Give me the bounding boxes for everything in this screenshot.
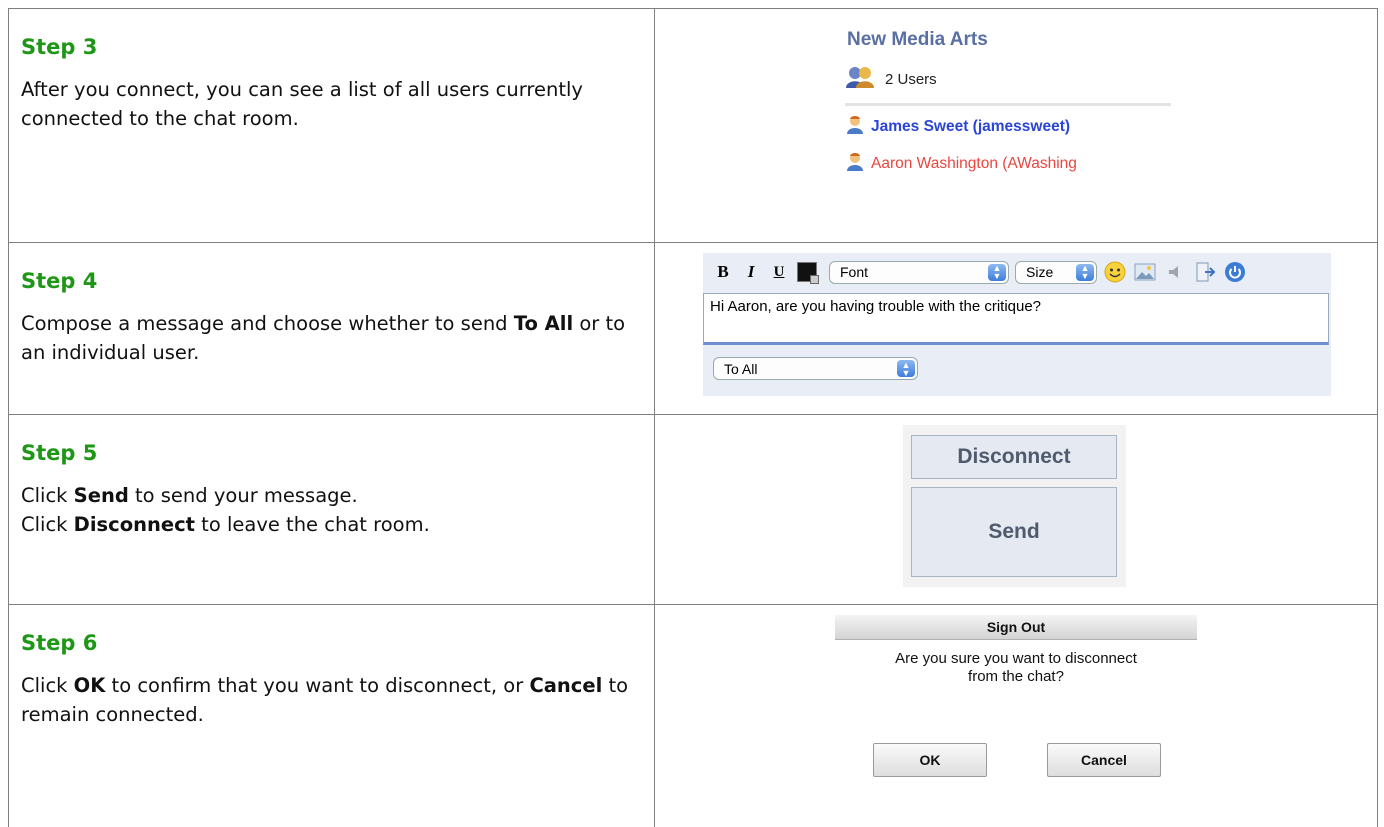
step-description: Click Send to send your message. Click Di… bbox=[21, 481, 642, 539]
image-icon[interactable] bbox=[1133, 260, 1157, 284]
send-button[interactable]: Send bbox=[911, 487, 1117, 577]
italic-button[interactable]: I bbox=[737, 262, 765, 282]
recipient-select-value: To All bbox=[724, 360, 758, 377]
power-icon[interactable] bbox=[1223, 260, 1247, 284]
text-run: Click bbox=[21, 513, 74, 536]
users-count: 2 Users bbox=[845, 65, 1175, 93]
text-run: Click bbox=[21, 674, 74, 697]
step-description-line: Click Disconnect to leave the chat room. bbox=[21, 510, 642, 539]
step-3-cell: Step 3 After you connect, you can see a … bbox=[8, 8, 655, 243]
underline-button[interactable]: U bbox=[765, 264, 793, 281]
user-name: Aaron Washington (AWashing bbox=[871, 154, 1077, 172]
step-title: Step 5 bbox=[21, 441, 98, 465]
dialog-buttons: OK Cancel bbox=[873, 743, 1173, 777]
select-arrows-icon: ▲ ▼ bbox=[988, 263, 1006, 281]
step-description: After you connect, you can see a list of… bbox=[21, 75, 642, 133]
dialog-message: Are you sure you want to disconnect from… bbox=[835, 650, 1197, 686]
disconnect-button[interactable]: Disconnect bbox=[911, 435, 1117, 479]
text-run: to leave the chat room. bbox=[194, 513, 430, 536]
font-select-value: Font bbox=[840, 264, 869, 280]
size-select[interactable]: Size ▲ ▼ bbox=[1015, 260, 1097, 284]
size-select-value: Size bbox=[1026, 264, 1054, 280]
composer-panel: B I U Font ▲ ▼ Size ▲ ▼ Hi Aaron, are yo… bbox=[654, 242, 1378, 415]
user-list-panel: New Media Arts 2 Users James Sweet (jame… bbox=[654, 8, 1378, 243]
text-run: Click bbox=[21, 484, 74, 507]
bold-term: Send bbox=[73, 484, 129, 507]
step-description: Compose a message and choose whether to … bbox=[21, 309, 642, 367]
step-description-line: Click Send to send your message. bbox=[21, 481, 642, 510]
step-4-cell: Step 4 Compose a message and choose whet… bbox=[8, 242, 655, 415]
format-toolbar: B I U Font ▲ ▼ Size ▲ ▼ bbox=[703, 253, 1331, 291]
bold-term: OK bbox=[73, 674, 106, 697]
step-description-line: After you connect, you can see a list of… bbox=[21, 75, 642, 133]
font-select[interactable]: Font ▲ ▼ bbox=[829, 260, 1009, 284]
message-composer: B I U Font ▲ ▼ Size ▲ ▼ Hi Aaron, are yo… bbox=[703, 253, 1331, 396]
step-description: Click OK to confirm that you want to dis… bbox=[21, 671, 642, 729]
users-count-label: 2 Users bbox=[885, 70, 937, 88]
select-arrows-icon: ▲ ▼ bbox=[897, 360, 915, 377]
bold-term: Cancel bbox=[529, 674, 603, 697]
sign-out-dialog: Sign Out Are you sure you want to discon… bbox=[835, 615, 1197, 777]
step-title: Step 6 bbox=[21, 631, 98, 655]
room-title: New Media Arts bbox=[847, 29, 988, 50]
divider bbox=[845, 103, 1171, 106]
instructions-table: Step 3 After you connect, you can see a … bbox=[8, 8, 1378, 827]
buttons-panel: Disconnect Send bbox=[654, 414, 1378, 605]
exit-icon[interactable] bbox=[1193, 260, 1217, 284]
cancel-button[interactable]: Cancel bbox=[1047, 743, 1161, 777]
user-icon bbox=[845, 151, 865, 176]
text-run: After you connect, you can see a list of… bbox=[21, 78, 583, 130]
user-list-item[interactable]: James Sweet (jamessweet) bbox=[845, 114, 1165, 139]
user-list-item[interactable]: Aaron Washington (AWashing bbox=[845, 151, 1165, 176]
dialog-message-line: Are you sure you want to disconnect bbox=[895, 650, 1137, 667]
step-title: Step 3 bbox=[21, 35, 98, 59]
step-description-line: Compose a message and choose whether to … bbox=[21, 309, 642, 367]
dialog-title: Sign Out bbox=[835, 615, 1197, 640]
message-input[interactable]: Hi Aaron, are you having trouble with th… bbox=[703, 293, 1329, 345]
step-6-cell: Step 6 Click OK to confirm that you want… bbox=[8, 604, 655, 827]
step-5-cell: Step 5 Click Send to send your message. C… bbox=[8, 414, 655, 605]
step-description-line: Click OK to confirm that you want to dis… bbox=[21, 671, 642, 729]
bold-button[interactable]: B bbox=[709, 262, 737, 282]
chat-buttons: Disconnect Send bbox=[903, 425, 1126, 587]
users-group-icon bbox=[845, 65, 875, 93]
text-run: to send your message. bbox=[128, 484, 358, 507]
bold-term: Disconnect bbox=[73, 513, 195, 536]
user-name: James Sweet (jamessweet) bbox=[871, 117, 1071, 135]
text-run: Compose a message and choose whether to … bbox=[21, 312, 514, 335]
step-title: Step 4 bbox=[21, 269, 98, 293]
text-color-icon[interactable] bbox=[797, 262, 819, 284]
ok-button[interactable]: OK bbox=[873, 743, 987, 777]
text-run: to confirm that you want to disconnect, … bbox=[105, 674, 530, 697]
dialog-message-line: from the chat? bbox=[968, 668, 1064, 685]
user-icon bbox=[845, 114, 865, 139]
select-arrows-icon: ▲ ▼ bbox=[1076, 263, 1094, 281]
recipient-select[interactable]: To All ▲ ▼ bbox=[713, 357, 918, 380]
chat-room-users: New Media Arts 2 Users James Sweet (jame… bbox=[845, 29, 1175, 176]
dialog-panel: Sign Out Are you sure you want to discon… bbox=[654, 604, 1378, 827]
smiley-icon[interactable] bbox=[1103, 260, 1127, 284]
speaker-icon[interactable] bbox=[1163, 260, 1187, 284]
bold-term: To All bbox=[513, 312, 574, 335]
